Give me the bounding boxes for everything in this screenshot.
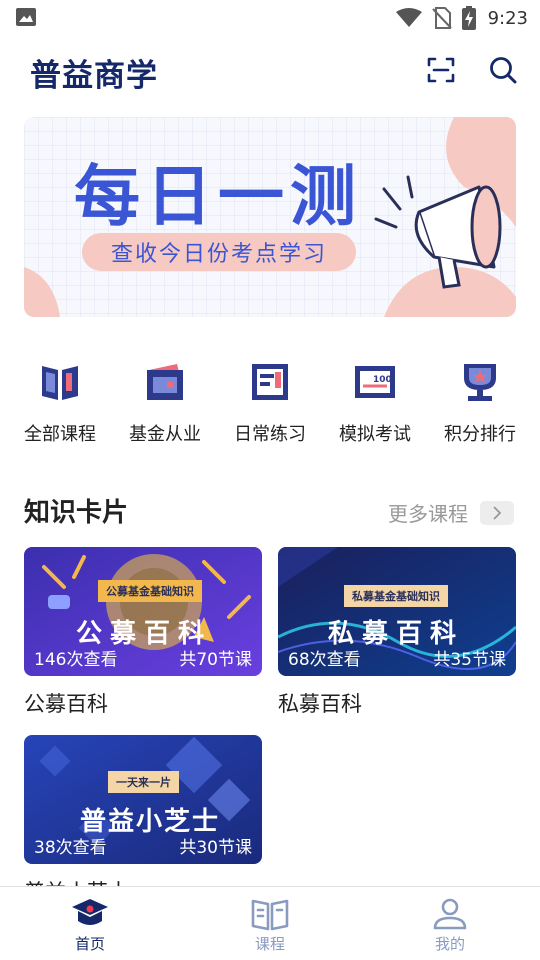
card-lessons: 共70节课 — [179, 650, 252, 670]
menu-item-fund-practice[interactable]: 基金从业 — [115, 356, 215, 452]
bottom-nav: 首页 课程 我的 — [0, 886, 540, 960]
menu-label: 积分排行 — [444, 424, 516, 445]
scan-button[interactable] — [424, 53, 458, 87]
trophy-icon — [464, 364, 496, 401]
practice-icon — [252, 364, 288, 400]
banner-subtitle-pill: 查收今日份考点学习 — [82, 233, 356, 271]
nav-item-courses[interactable]: 课程 — [180, 887, 360, 960]
card-title: 私募百科 — [278, 692, 362, 716]
menu-label: 全部课程 — [24, 424, 96, 445]
course-book-icon — [251, 899, 289, 931]
menu-label: 基金从业 — [129, 424, 201, 445]
svg-text:100: 100 — [373, 375, 392, 385]
app-title: 普益商学 — [30, 58, 158, 94]
card-lessons: 共30节课 — [179, 838, 252, 858]
knowledge-card[interactable]: 私募基金基础知识 私募百科 68次查看 共35节课 私募百科 — [278, 547, 516, 718]
card-tag: 公募基金基础知识 — [98, 580, 202, 602]
card-tag: 私募基金基础知识 — [344, 585, 448, 607]
knowledge-cards-header: 知识卡片 更多课程 — [0, 488, 540, 534]
nav-label: 首页 — [74, 935, 105, 953]
banner-subtitle: 查收今日份考点学习 — [110, 242, 327, 267]
section-title: 知识卡片 — [24, 498, 129, 528]
wifi-icon — [395, 8, 422, 27]
status-time: 9:23 — [487, 7, 528, 29]
knowledge-card[interactable]: 一天来一片 普益小芝士 38次查看 共30节课 普益小芝士 — [24, 735, 262, 906]
card-tag: 一天来一片 — [108, 771, 179, 793]
more-courses-label: 更多课程 — [388, 502, 468, 526]
menu-label: 日常练习 — [234, 424, 306, 445]
book-icon — [42, 366, 78, 400]
battery-charging-icon — [461, 6, 476, 30]
exam-icon: 100 — [355, 366, 395, 398]
quick-menu: 全部课程 基金从业 日常练习 100 模拟考试 积分排行 — [0, 356, 540, 456]
knowledge-card[interactable]: 公募基金基础知识 公募百科 146次查看 共70节课 公募百科 — [24, 547, 262, 718]
no-sim-icon — [431, 7, 452, 29]
home-icon — [72, 899, 108, 925]
nav-item-home[interactable]: 首页 — [0, 887, 180, 960]
nav-label: 我的 — [434, 935, 465, 953]
chevron-right-icon — [493, 505, 502, 520]
nav-item-profile[interactable]: 我的 — [360, 887, 540, 960]
card-title: 公募百科 — [24, 692, 108, 716]
status-bar: 9:23 — [0, 0, 540, 36]
menu-item-points-ranking[interactable]: 积分排行 — [430, 356, 530, 452]
wallet-icon — [147, 364, 183, 400]
more-courses-link[interactable]: 更多课程 — [388, 498, 514, 527]
menu-label: 模拟考试 — [339, 424, 411, 445]
card-views: 38次查看 — [34, 838, 107, 858]
card-lessons: 共35节课 — [433, 650, 506, 670]
menu-item-daily-practice[interactable]: 日常练习 — [220, 356, 320, 452]
card-cover: 一天来一片 普益小芝士 38次查看 共30节课 — [24, 735, 262, 864]
image-icon — [16, 8, 36, 26]
card-cover: 私募基金基础知识 私募百科 68次查看 共35节课 — [278, 547, 516, 676]
menu-item-all-courses[interactable]: 全部课程 — [10, 356, 110, 452]
card-views: 68次查看 — [288, 650, 361, 670]
card-views: 146次查看 — [34, 650, 118, 670]
search-icon — [490, 57, 517, 84]
daily-quiz-banner[interactable]: 每日一测 查收今日份考点学习 — [24, 117, 516, 317]
search-button[interactable] — [486, 53, 520, 87]
nav-label: 课程 — [254, 935, 285, 953]
app-header: 普益商学 — [0, 36, 540, 106]
more-arrow-button[interactable] — [480, 500, 514, 525]
menu-item-mock-exam[interactable]: 100 模拟考试 — [325, 356, 425, 452]
banner-title: 每日一测 — [74, 158, 362, 235]
profile-icon — [433, 898, 467, 930]
card-cover: 公募基金基础知识 公募百科 146次查看 共70节课 — [24, 547, 262, 676]
scan-icon — [427, 57, 455, 83]
